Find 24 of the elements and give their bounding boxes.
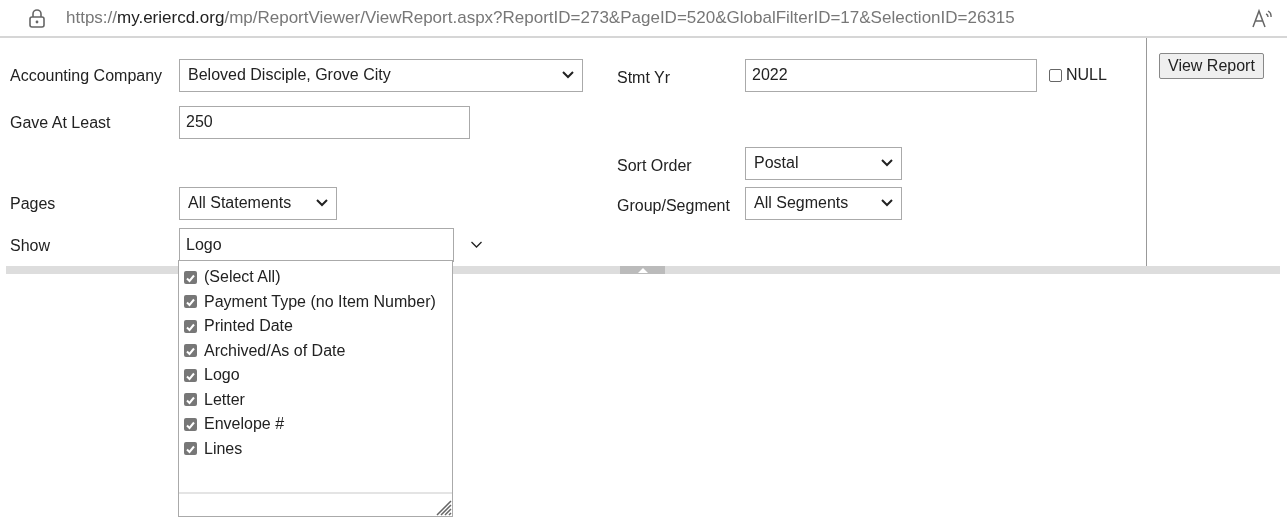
field-label: Pages	[10, 193, 57, 214]
dropdown-select[interactable]: Beloved Disciple, Grove City	[179, 58, 583, 92]
dropdown-select[interactable]: Postal	[745, 146, 902, 180]
field-label: Group/Segment	[617, 195, 731, 216]
checklist-option[interactable]: Letter	[184, 387, 447, 412]
field-label: Accounting Company	[10, 65, 164, 86]
field-label: Stmt Yr	[617, 67, 672, 88]
checklist-option[interactable]: Payment Type (no Item Number)	[184, 289, 447, 314]
dropdown-select[interactable]: All Statements	[179, 186, 337, 220]
field-label: Show	[10, 235, 52, 256]
field-label: Sort Order	[617, 155, 693, 176]
url-text[interactable]: https://my.eriercd.org/mp/ReportViewer/ViewReport.aspx?ReportID=273&PageID=520&GlobalFilterID=17&SelectionID=26315	[66, 8, 1231, 28]
text-field[interactable]: 2022	[745, 58, 1037, 92]
null-checkbox[interactable]: NULL	[1049, 66, 1107, 84]
checklist-option[interactable]: (Select All)	[184, 265, 447, 290]
dropdown-select[interactable]: All Segments	[745, 186, 902, 220]
checklist-option[interactable]: Printed Date	[184, 314, 447, 339]
checklist-option[interactable]: Lines	[184, 436, 447, 461]
text-field[interactable]: 250	[179, 105, 470, 139]
checklist-option[interactable]: Logo	[184, 363, 447, 388]
checklist-option[interactable]: Archived/As of Date	[184, 338, 447, 363]
checklist-option[interactable]: Envelope #	[184, 412, 447, 437]
view-report-button[interactable]: View Report	[1159, 53, 1264, 79]
field-label: Gave At Least	[10, 112, 112, 133]
